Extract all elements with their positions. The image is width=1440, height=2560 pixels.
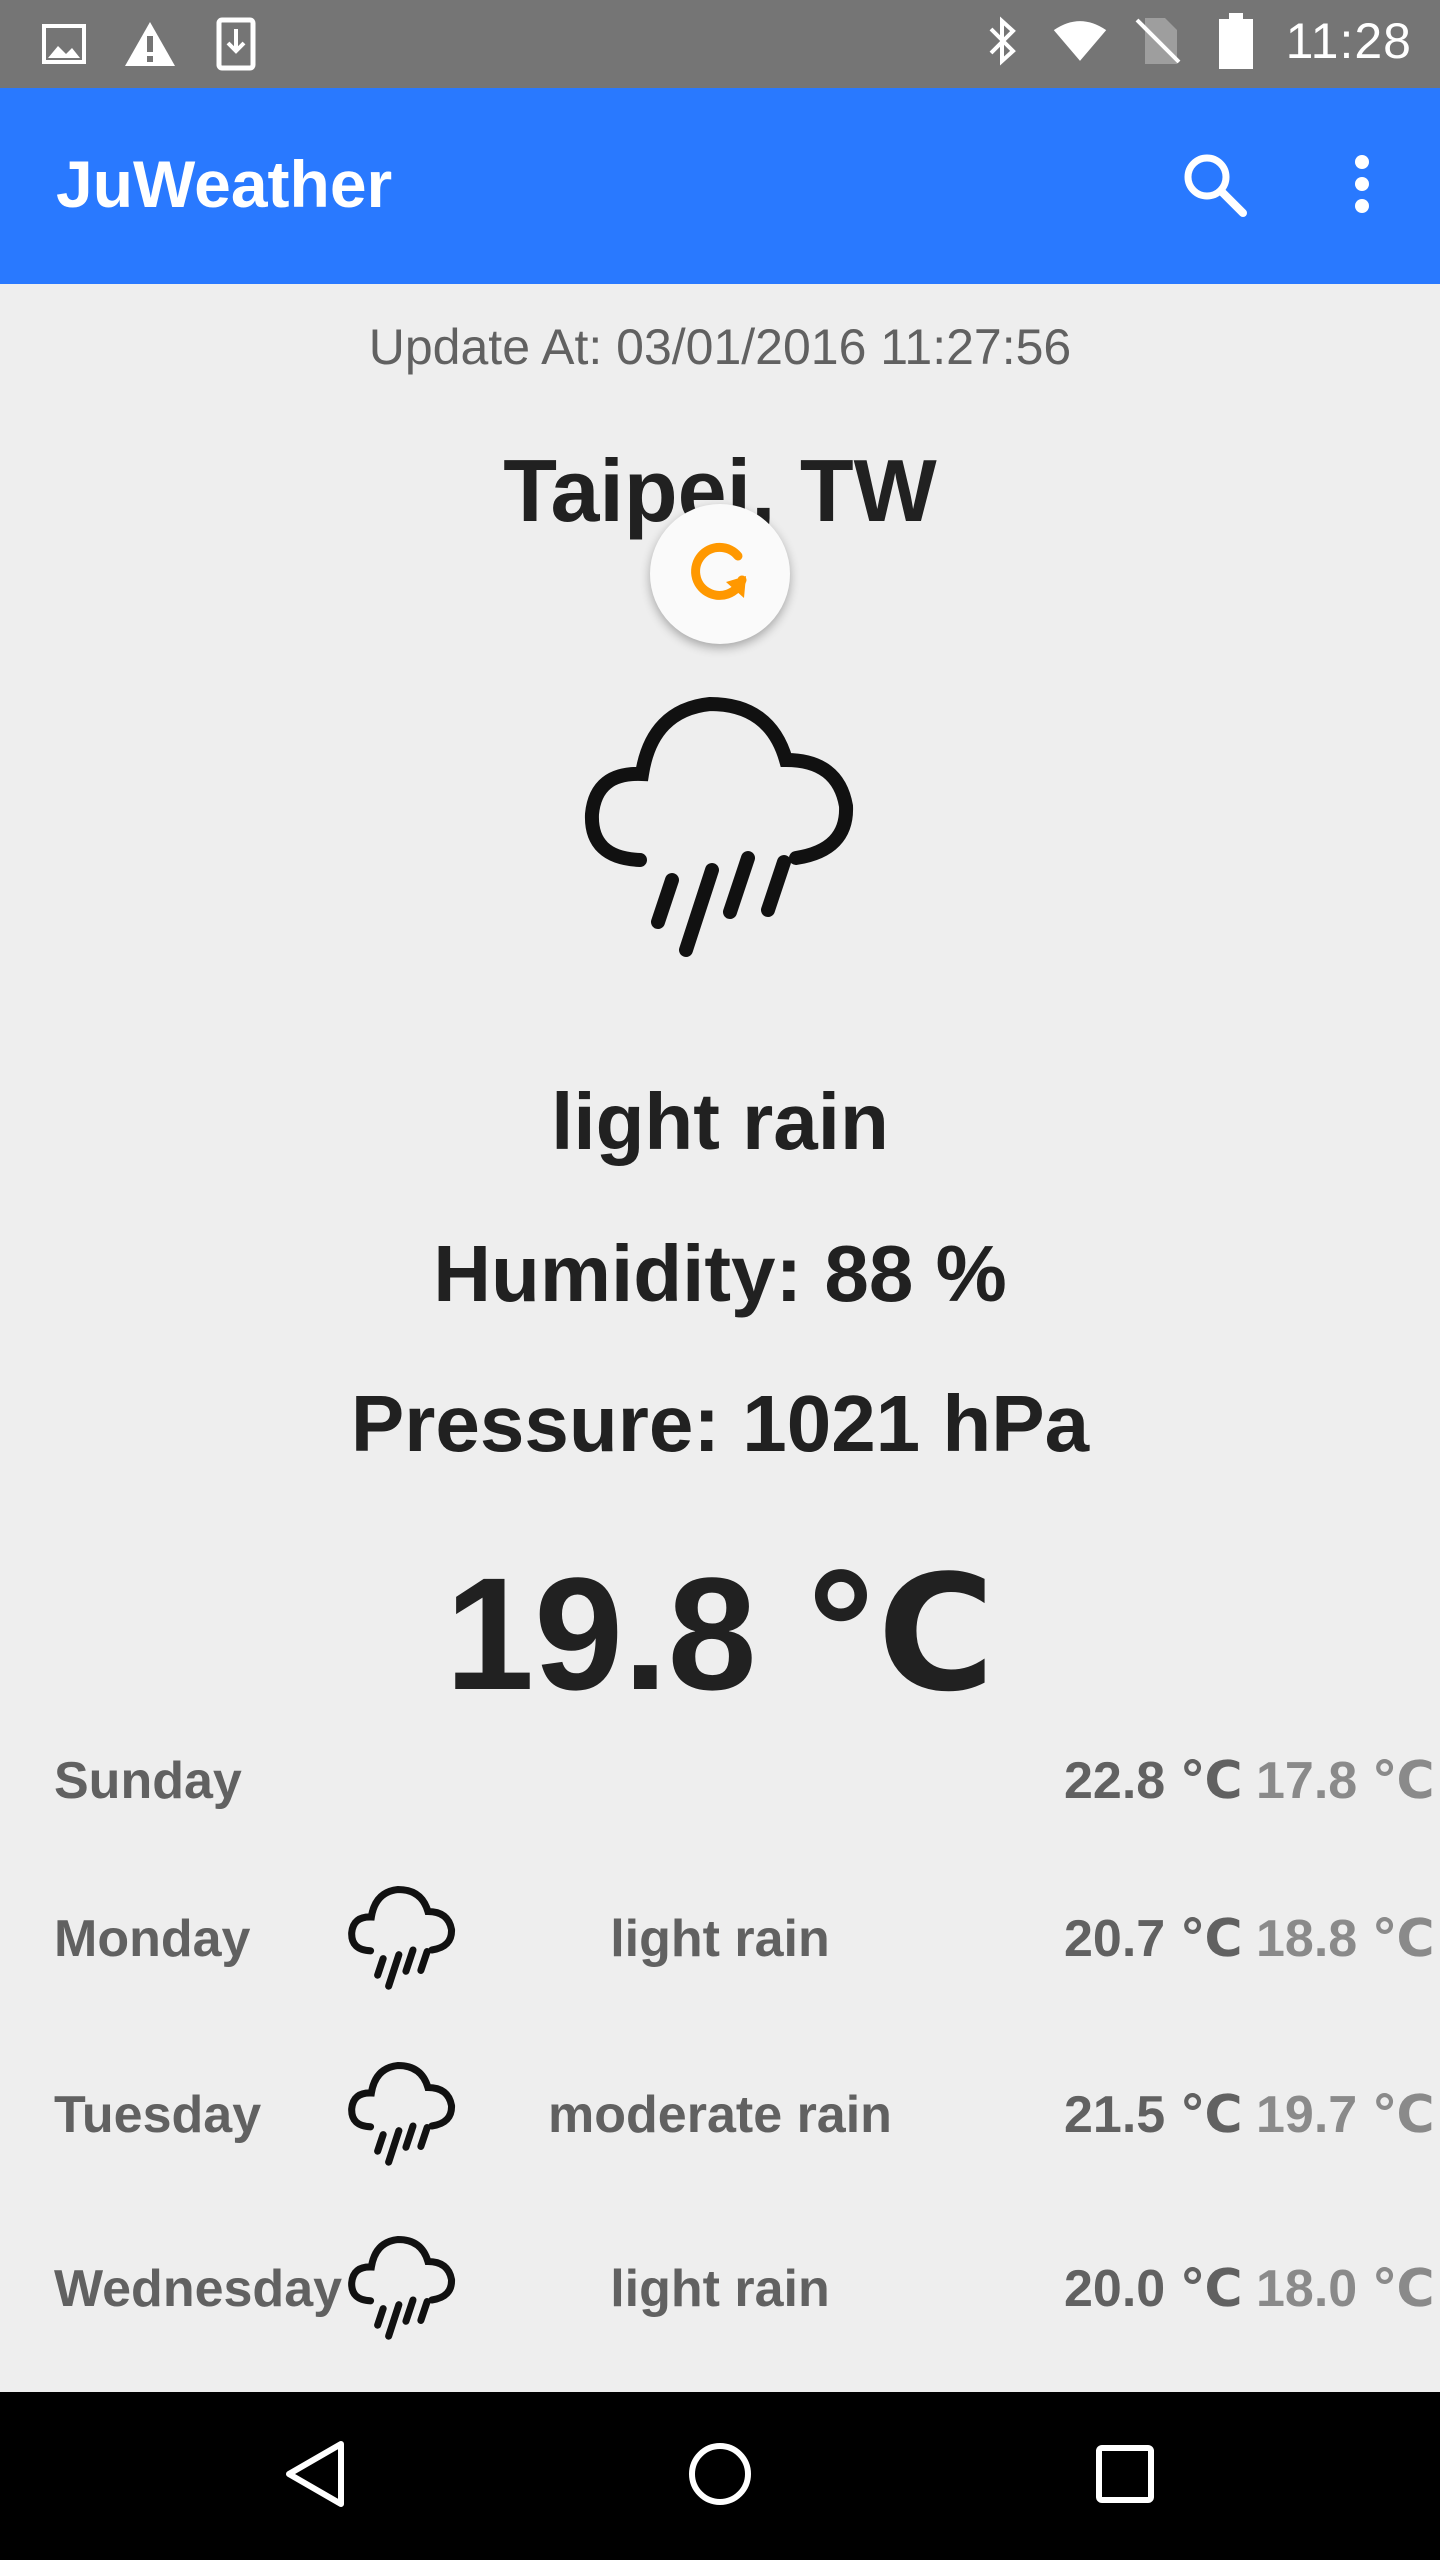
no-sim-icon: [1130, 13, 1186, 69]
refresh-icon: [680, 532, 760, 617]
back-icon: [283, 2439, 347, 2514]
battery-icon: [1208, 13, 1264, 69]
search-button[interactable]: [1166, 138, 1262, 234]
forecast-high: 20.0 ℃: [1064, 2260, 1243, 2318]
status-right-icons: 11:28: [974, 12, 1412, 70]
forecast-high: 22.8 ℃: [1064, 1752, 1243, 1810]
rain-cloud-icon: [342, 2234, 462, 2344]
home-button[interactable]: [670, 2426, 770, 2526]
back-button[interactable]: [265, 2426, 365, 2526]
home-icon: [687, 2441, 753, 2512]
forecast-day: Monday: [54, 1910, 251, 1968]
refresh-button[interactable]: [650, 504, 790, 644]
forecast-low: 18.8 ℃: [1256, 1910, 1435, 1968]
forecast-row[interactable]: Sunday 22.8 ℃ 17.8 ℃: [0, 1706, 1440, 1856]
app-bar: JuWeather: [0, 88, 1440, 284]
rain-cloud-icon: [342, 1884, 462, 1994]
download-icon: [208, 16, 264, 72]
pressure-value: Pressure: 1021 hPa: [350, 1379, 1090, 1468]
forecast-condition: moderate rain: [548, 2086, 892, 2144]
forecast-low: 19.7 ℃: [1256, 2086, 1435, 2144]
warning-icon: [122, 16, 178, 72]
overflow-menu-button[interactable]: [1314, 138, 1410, 234]
forecast-high: 20.7 ℃: [1064, 1910, 1243, 1968]
wifi-icon: [1052, 13, 1108, 69]
bluetooth-icon: [974, 13, 1030, 69]
rain-cloud-icon: [342, 2060, 462, 2170]
recents-icon: [1095, 2444, 1155, 2509]
forecast-day: Sunday: [54, 1752, 242, 1810]
navigation-bar: [0, 2392, 1440, 2560]
forecast-high: 21.5 ℃: [1064, 2086, 1243, 2144]
recents-button[interactable]: [1075, 2426, 1175, 2526]
humidity-value: Humidity: 88 %: [433, 1229, 1007, 1318]
status-bar: 11:28: [0, 0, 1440, 88]
forecast-condition: light rain: [610, 2260, 830, 2318]
rain-cloud-icon: [570, 690, 870, 970]
forecast-low: 18.0 ℃: [1256, 2260, 1435, 2318]
forecast-row[interactable]: Wednesday light rain 20.0 ℃ 18.0 ℃: [0, 2214, 1440, 2364]
status-left-icons: [36, 16, 264, 72]
current-temperature: 19.8 ℃: [445, 1544, 995, 1723]
current-condition: light rain: [551, 1077, 889, 1166]
search-icon: [1181, 151, 1247, 222]
forecast-row[interactable]: Monday light rain 20.7 ℃ 18.8 ℃: [0, 1864, 1440, 2014]
image-icon: [36, 16, 92, 72]
forecast-day: Wednesday: [54, 2260, 343, 2318]
more-vert-icon: [1352, 154, 1372, 219]
status-time: 11:28: [1285, 13, 1412, 69]
forecast-low: 17.8 ℃: [1256, 1752, 1435, 1810]
forecast-row[interactable]: Tuesday moderate rain 21.5 ℃ 19.7 ℃: [0, 2040, 1440, 2190]
app-title: JuWeather: [56, 147, 393, 221]
forecast-day: Tuesday: [54, 2086, 262, 2144]
update-timestamp: Update At: 03/01/2016 11:27:56: [368, 319, 1072, 375]
forecast-condition: light rain: [610, 1910, 830, 1968]
